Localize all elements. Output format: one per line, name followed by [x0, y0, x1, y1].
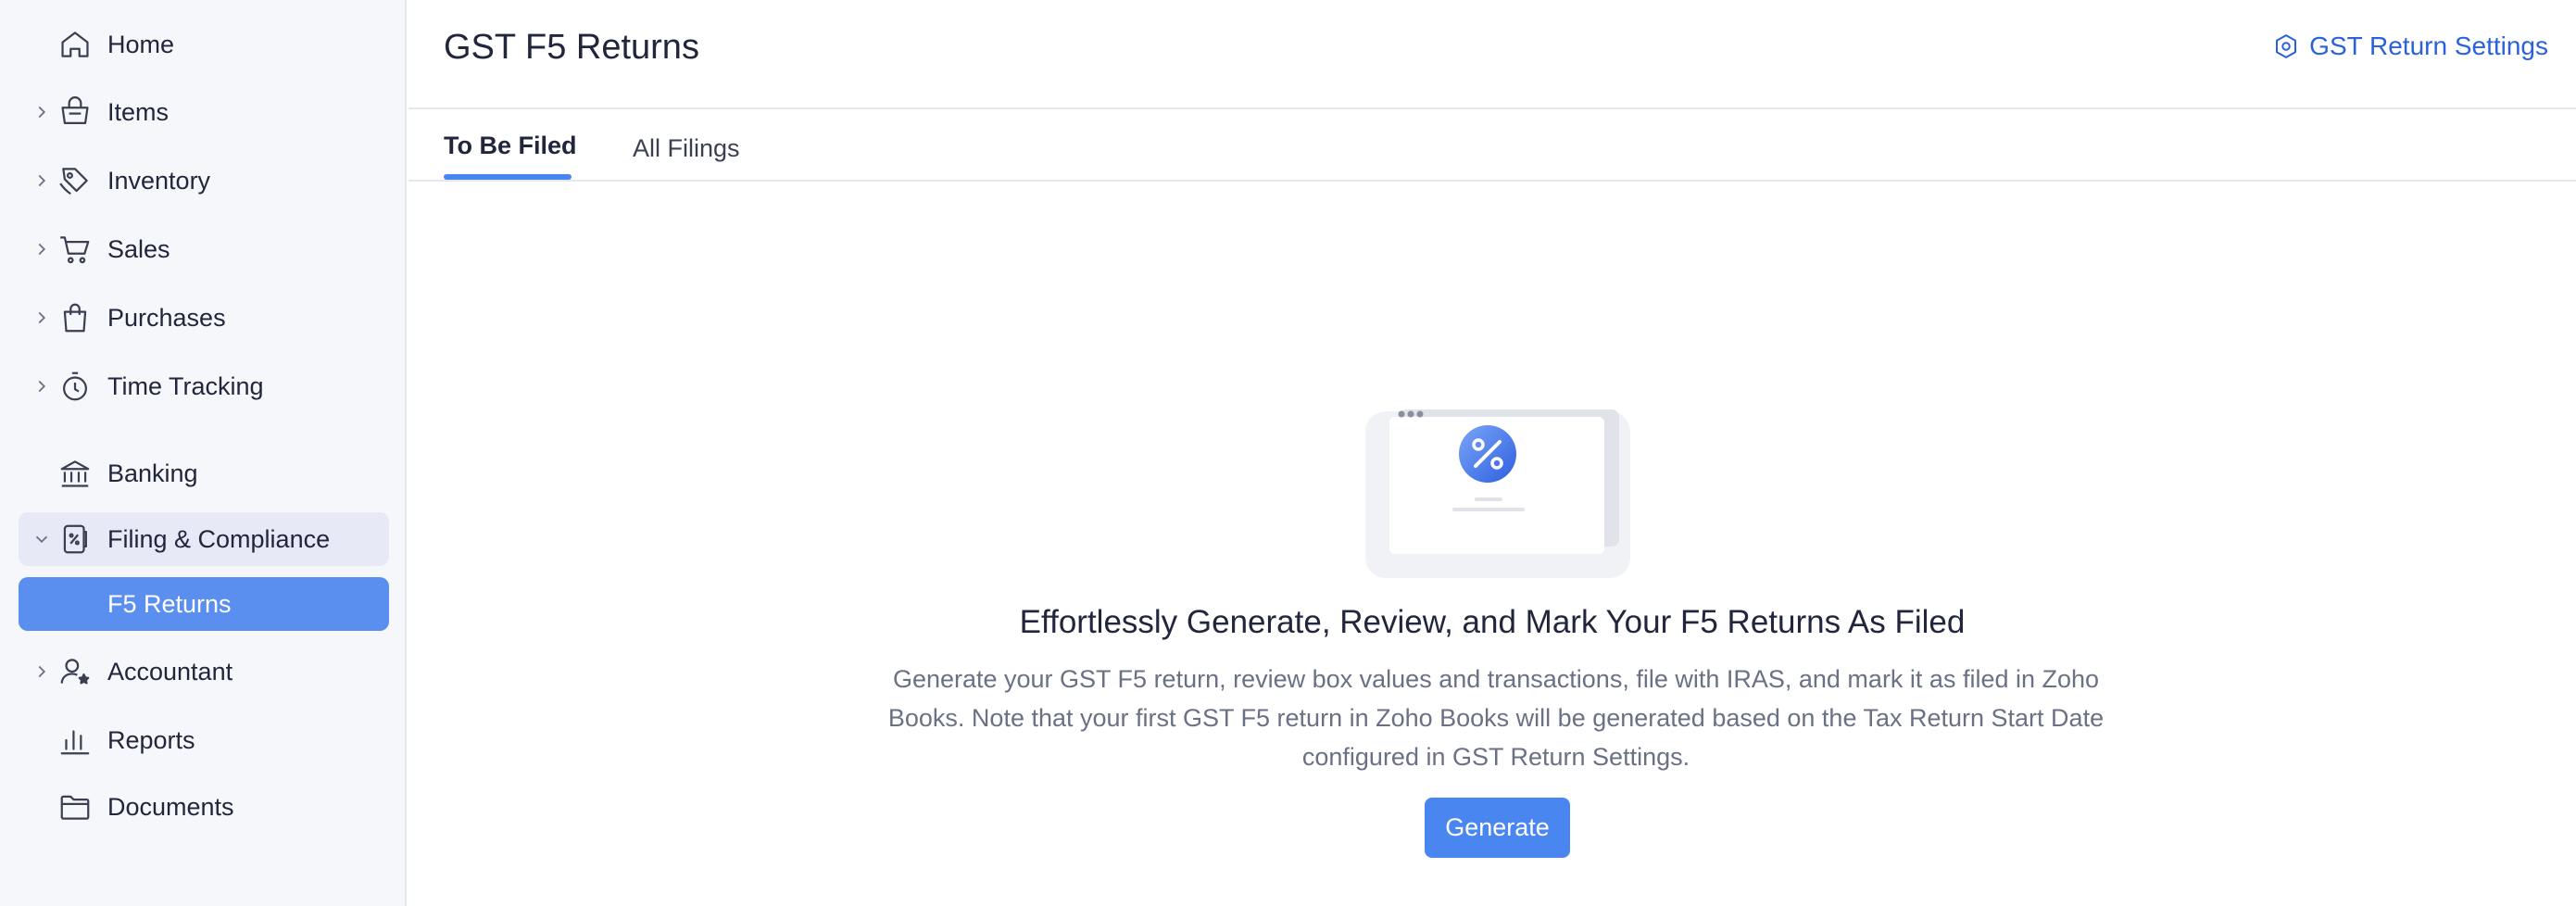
- sidebar-item-label: Purchases: [107, 303, 226, 332]
- sidebar-item-label: Filing & Compliance: [107, 524, 331, 553]
- chevron-right-icon[interactable]: [31, 376, 52, 396]
- sidebar-item-label: Home: [107, 30, 175, 58]
- bank-icon: [60, 460, 90, 487]
- basket-icon: [61, 96, 89, 124]
- sidebar-item-time-tracking[interactable]: Time Tracking: [19, 359, 389, 413]
- chevron-right-icon[interactable]: [31, 170, 52, 191]
- sidebar-item-label: Sales: [107, 234, 170, 263]
- empty-state-title: Effortlessly Generate, Review, and Mark …: [1019, 604, 1966, 640]
- generate-button[interactable]: Generate: [1425, 798, 1570, 858]
- page-title: GST F5 Returns: [444, 28, 699, 67]
- gst-return-settings-label: GST Return Settings: [2309, 31, 2548, 60]
- filing-icon: [63, 524, 87, 554]
- accountant-icon: [60, 659, 90, 685]
- tab-to-be-filed[interactable]: To Be Filed: [444, 132, 577, 160]
- sidebar-item-label: Inventory: [107, 166, 211, 195]
- sidebar-item-label: F5 Returns: [107, 589, 232, 618]
- empty-state-illustration: [1365, 409, 1630, 578]
- sidebar-item-filing-compliance[interactable]: Filing & Compliance: [19, 512, 389, 566]
- sidebar-item-documents[interactable]: Documents: [19, 780, 389, 834]
- chevron-right-icon[interactable]: [31, 308, 52, 328]
- chevron-down-icon[interactable]: [31, 529, 52, 549]
- bag-icon: [63, 303, 87, 333]
- sidebar-item-f5-returns[interactable]: F5 Returns: [19, 577, 389, 631]
- tab-bar: To Be Filed All Filings: [408, 111, 2576, 182]
- home-icon: [61, 31, 89, 57]
- sidebar-item-accountant[interactable]: Accountant: [19, 645, 389, 698]
- sidebar-item-purchases[interactable]: Purchases: [19, 291, 389, 345]
- gst-return-settings-link[interactable]: GST Return Settings: [2272, 31, 2548, 61]
- chevron-right-icon[interactable]: [31, 102, 52, 122]
- sidebar-item-label: Banking: [107, 459, 198, 487]
- sidebar-item-label: Reports: [107, 725, 195, 754]
- stopwatch-icon: [63, 371, 87, 401]
- bar-chart-icon: [60, 730, 90, 755]
- folder-icon: [60, 795, 90, 820]
- tab-all-filings[interactable]: All Filings: [633, 134, 740, 163]
- sidebar-item-label: Documents: [107, 792, 234, 821]
- active-tab-indicator: [444, 174, 572, 180]
- sidebar-item-home[interactable]: Home: [19, 18, 389, 71]
- cart-icon: [60, 236, 90, 264]
- sidebar-item-label: Accountant: [107, 657, 233, 686]
- sidebar-item-banking[interactable]: Banking: [19, 447, 389, 500]
- empty-state-description: Generate your GST F5 return, review box …: [887, 665, 2105, 771]
- chevron-right-icon[interactable]: [31, 661, 52, 682]
- sidebar-item-reports[interactable]: Reports: [19, 713, 389, 767]
- sidebar-item-items[interactable]: Items: [19, 85, 389, 139]
- sidebar-item-label: Time Tracking: [107, 371, 264, 400]
- sidebar: Home Items Inventory Sales Purchases Tim…: [0, 0, 407, 906]
- sidebar-item-inventory[interactable]: Inventory: [19, 154, 389, 208]
- tag-icon: [59, 168, 88, 195]
- chevron-right-icon[interactable]: [31, 239, 52, 259]
- gear-icon: [2276, 34, 2297, 58]
- page-header: GST F5 Returns GST Return Settings: [408, 0, 2576, 109]
- sidebar-item-sales[interactable]: Sales: [19, 222, 389, 276]
- sidebar-item-label: Items: [107, 97, 170, 126]
